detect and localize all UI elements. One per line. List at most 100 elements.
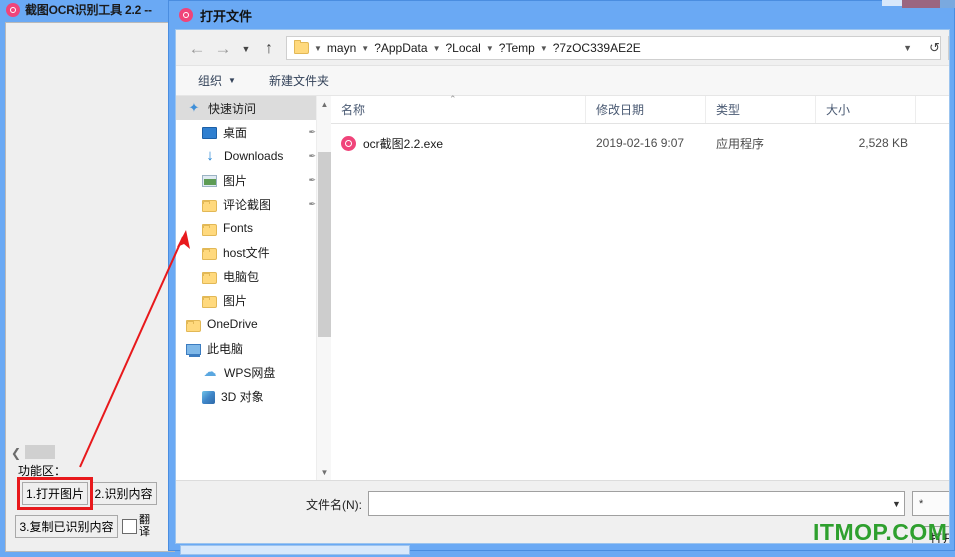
navpane-item-label: 图片 [223, 292, 247, 309]
open-file-dialog: 打开文件 ← → ▼ ↑ ▼ mayn ▼ ?AppData ▼ ?Local … [168, 0, 955, 551]
file-row[interactable]: ocr截图2.2.exe 2019-02-16 9:07 应用程序 2,528 KB [331, 130, 949, 156]
column-header-2[interactable]: 修改日期 [586, 96, 706, 123]
pin-icon[interactable]: ✒ [308, 127, 316, 138]
navpane-item-12[interactable]: ☁WPS网盘 [176, 360, 330, 384]
chevron-down-icon[interactable]: ▼ [433, 44, 441, 53]
translate-checkbox[interactable] [122, 519, 137, 534]
address-bar[interactable]: ▼ mayn ▼ ?AppData ▼ ?Local ▼ ?Temp ▼ ?7z… [286, 36, 941, 60]
navpane-item-1[interactable]: ✦快速访问 [176, 96, 330, 120]
navpane-item-11[interactable]: 此电脑 [176, 336, 330, 360]
file-modified-cell: 2019-02-16 9:07 [596, 136, 684, 150]
navpane-item-10[interactable]: OneDrive [176, 312, 330, 336]
refresh-icon[interactable]: ↻ [920, 40, 940, 56]
camera-icon [6, 3, 20, 17]
folder-icon [202, 224, 217, 236]
chevron-down-icon[interactable]: ▼ [314, 44, 322, 53]
breadcrumb-item[interactable]: mayn [327, 41, 356, 55]
address-dropdown-icon[interactable]: ▼ [903, 43, 920, 53]
chevron-left-icon[interactable]: ❮ [10, 446, 22, 460]
chevron-down-icon[interactable]: ▼ [888, 491, 905, 516]
file-type-cell: 应用程序 [716, 135, 764, 152]
pin-icon[interactable]: ✒ [308, 151, 316, 162]
navigation-bar: ← → ▼ ↑ ▼ mayn ▼ ?AppData ▼ ?Local ▼ ?Te… [176, 30, 949, 66]
dialog-title: 打开文件 [200, 6, 252, 25]
file-size-cell: 2,528 KB [816, 136, 908, 150]
filename-label: 文件名(N): [306, 496, 362, 513]
background-window-titlebar-c [940, 0, 955, 8]
breadcrumb-item[interactable]: ?7zOC339AE2E [553, 41, 641, 55]
navpane-item-9[interactable]: 图片 [176, 288, 330, 312]
file-list[interactable]: ⌃ 名称修改日期类型大小 ocr截图2.2.exe 2019-02-16 9:07… [331, 96, 949, 480]
arrow-up-icon[interactable]: ↑ [258, 38, 280, 60]
folder-icon [202, 200, 217, 212]
pin-icon[interactable]: ✒ [308, 199, 316, 210]
cloud-icon: ☁ [202, 364, 218, 380]
navpane-item-13[interactable]: 3D 对象 [176, 384, 330, 408]
image-preview-area[interactable] [7, 24, 173, 454]
scroll-up-icon[interactable]: ▲ [317, 96, 332, 112]
chevron-down-icon: ▼ [228, 76, 236, 85]
star-icon: ✦ [186, 100, 202, 116]
open-image-highlight-box [17, 477, 93, 510]
scroll-down-icon[interactable]: ▼ [317, 464, 332, 480]
navpane-item-label: 桌面 [223, 124, 247, 141]
organize-menu[interactable]: 组织 ▼ [198, 72, 236, 89]
breadcrumb-item[interactable]: ?Temp [499, 41, 535, 55]
copy-result-button[interactable]: 3.复制已识别内容 [15, 515, 118, 538]
navpane-item-3[interactable]: ↓ Downloads ✒ [176, 144, 330, 168]
translate-label: 翻译 [139, 514, 152, 538]
folder-icon [294, 42, 309, 54]
filetype-select[interactable]: * [912, 491, 950, 516]
navpane-item-4[interactable]: 图片 ✒ [176, 168, 330, 192]
column-header-1[interactable]: 名称 [331, 96, 586, 123]
pin-icon[interactable]: ✒ [308, 175, 316, 186]
pc-icon [186, 344, 201, 355]
chevron-down-icon[interactable]: ▼ [238, 38, 254, 60]
navpane-item-7[interactable]: host文件 [176, 240, 330, 264]
scrollbar-thumb[interactable] [318, 152, 331, 337]
arrow-right-icon[interactable]: → [212, 38, 234, 60]
breadcrumb-item[interactable]: ?AppData [374, 41, 427, 55]
app-title: 截图OCR识别工具 2.2 -- [25, 1, 152, 18]
navpane-item-label: 3D 对象 [221, 388, 264, 405]
organize-label: 组织 [198, 72, 222, 89]
navpane-item-label: 电脑包 [223, 268, 259, 285]
navpane-item-2[interactable]: 桌面 ✒ [176, 120, 330, 144]
column-headers: ⌃ 名称修改日期类型大小 [331, 96, 949, 124]
new-folder-button[interactable]: 新建文件夹 [269, 72, 329, 89]
navpane-item-5[interactable]: 评论截图 ✒ [176, 192, 330, 216]
navpane-item-8[interactable]: 电脑包 [176, 264, 330, 288]
background-window-strip [180, 545, 410, 555]
download-icon: ↓ [202, 148, 218, 164]
file-name-cell: ocr截图2.2.exe [341, 135, 443, 152]
collapse-handle[interactable] [25, 445, 55, 459]
chevron-down-icon[interactable]: ▼ [361, 44, 369, 53]
recognize-button[interactable]: 2.识别内容 [90, 482, 157, 505]
folder-icon [186, 320, 201, 332]
breadcrumb-item[interactable]: ?Local [445, 41, 480, 55]
navpane-item-label: Fonts [223, 221, 253, 235]
navpane-item-label: Downloads [224, 149, 283, 163]
navpane-item-label: 图片 [223, 172, 247, 189]
navpane-item-6[interactable]: Fonts [176, 216, 330, 240]
navpane-scrollbar[interactable]: ▲ ▼ [316, 96, 331, 480]
chevron-down-icon[interactable]: ▼ [486, 44, 494, 53]
dialog-client-area: ← → ▼ ↑ ▼ mayn ▼ ?AppData ▼ ?Local ▼ ?Te… [175, 29, 950, 544]
watermark: ITMOP.COM [813, 519, 947, 546]
desktop-icon [202, 127, 217, 139]
arrow-left-icon[interactable]: ← [186, 38, 208, 60]
navpane-item-label: 评论截图 [223, 196, 271, 213]
folder-icon [202, 296, 217, 308]
folder-icon [202, 248, 217, 260]
cube-icon [202, 391, 215, 404]
picture-icon [202, 175, 217, 187]
filename-input[interactable] [368, 491, 905, 516]
column-header-4[interactable]: 大小 [816, 96, 916, 123]
column-header-3[interactable]: 类型 [706, 96, 816, 123]
navpane-item-label: host文件 [223, 244, 270, 261]
dialog-titlebar: 打开文件 [169, 1, 955, 29]
chevron-down-icon[interactable]: ▼ [540, 44, 548, 53]
exe-icon [341, 136, 356, 151]
navigation-pane: ✦快速访问桌面 ✒ ↓ Downloads ✒ 图片 ✒ 评论截图 ✒ Fonts host文件电脑… [176, 96, 331, 480]
search-input[interactable]: 搜索"7zO [948, 36, 950, 60]
